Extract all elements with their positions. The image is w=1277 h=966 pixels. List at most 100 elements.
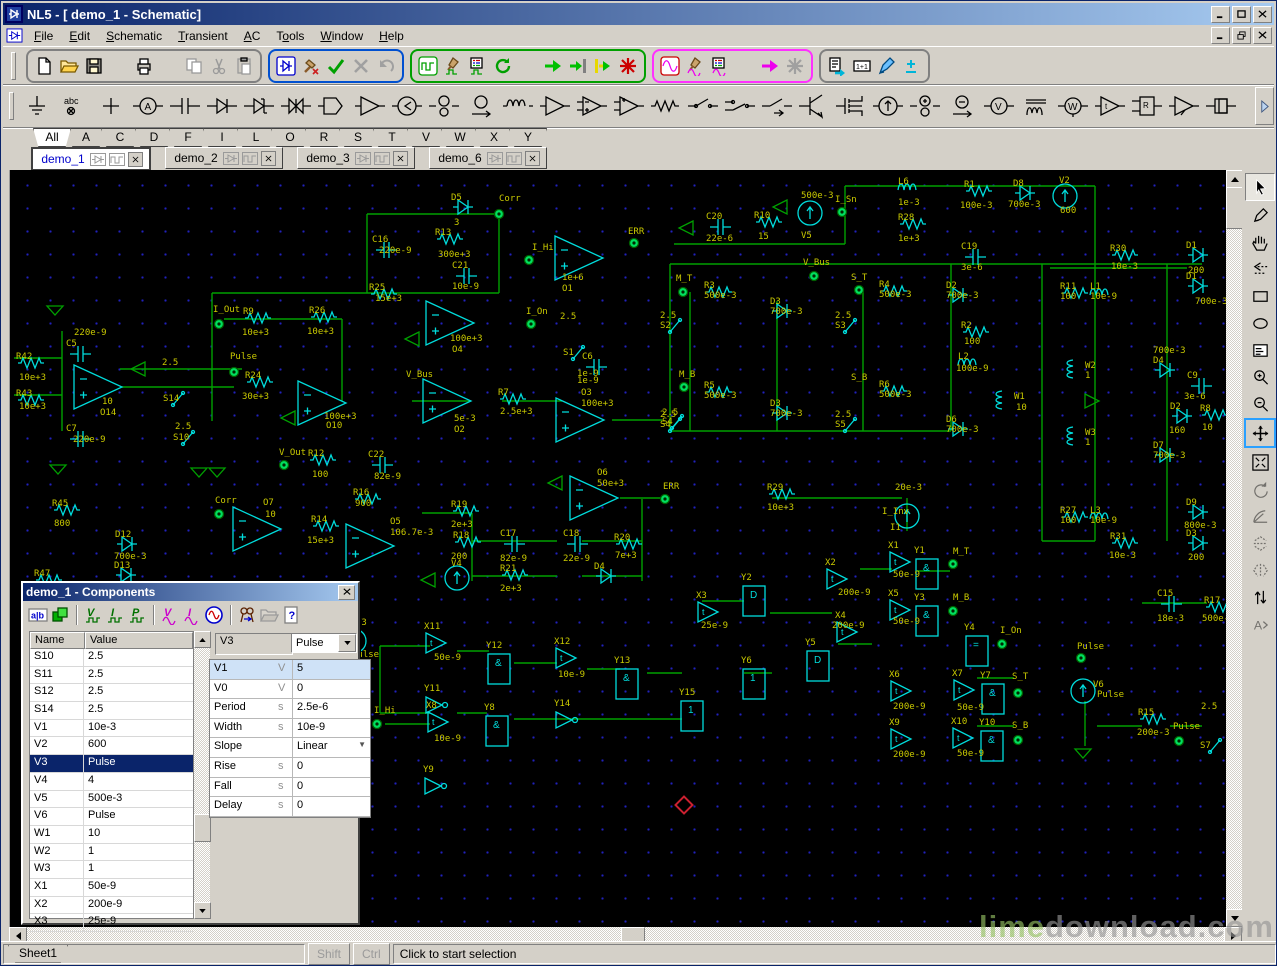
palette-component-button[interactable] xyxy=(906,88,943,124)
palette-component-button[interactable]: t xyxy=(1091,88,1128,124)
toolbar-button[interactable] xyxy=(516,54,540,78)
letter-tab[interactable]: D xyxy=(135,128,173,147)
column-header-value[interactable]: Value xyxy=(85,632,193,649)
menu-item[interactable]: Transient xyxy=(170,27,236,45)
components-list-scrollbar[interactable] xyxy=(194,631,210,919)
component-row[interactable]: V2 600 xyxy=(30,737,193,755)
palette-component-button[interactable] xyxy=(203,88,240,124)
dropdown-arrow-icon[interactable] xyxy=(338,634,356,652)
dialog-toolbar-button[interactable]: P xyxy=(126,604,148,626)
component-row[interactable]: S11 2.5 xyxy=(30,667,193,685)
toolbar-button[interactable] xyxy=(32,54,56,78)
palette-component-button[interactable] xyxy=(721,88,758,124)
palette-component-button[interactable] xyxy=(684,88,721,124)
canvas-vertical-scrollbar[interactable] xyxy=(1226,170,1242,927)
palette-component-button[interactable] xyxy=(499,88,536,124)
palette-scroll-right-button[interactable] xyxy=(1255,87,1274,125)
component-row[interactable]: S12 2.5 xyxy=(30,684,193,702)
close-tab-icon[interactable] xyxy=(128,152,143,167)
parameters-grid[interactable]: V1 V 5 ▼ V0 V 0 ▼ xyxy=(209,659,371,818)
component-row[interactable]: X3 25e-9 xyxy=(30,914,193,932)
component-row[interactable]: V6 Pulse xyxy=(30,808,193,826)
dialog-toolbar-button[interactable]: ? xyxy=(280,604,302,626)
menu-item[interactable]: Edit xyxy=(61,27,98,45)
palette-component-button[interactable] xyxy=(92,88,129,124)
side-tool-button[interactable] xyxy=(1246,557,1274,583)
dialog-toolbar-button[interactable] xyxy=(258,604,280,626)
side-tool-button[interactable] xyxy=(1246,310,1274,336)
component-row[interactable]: X2 200e-9 xyxy=(30,897,193,915)
palette-component-button[interactable] xyxy=(536,88,573,124)
side-tool-button[interactable] xyxy=(1244,418,1276,448)
component-row[interactable]: V4 4 xyxy=(30,773,193,791)
toolbar-button[interactable] xyxy=(758,54,782,78)
side-tool-button[interactable] xyxy=(1246,364,1274,390)
toolbar-button[interactable] xyxy=(783,54,807,78)
letter-tab[interactable]: S xyxy=(339,128,377,147)
parameter-value[interactable]: 0 xyxy=(297,780,303,797)
letter-tab[interactable]: C xyxy=(101,128,139,147)
side-tool-button[interactable] xyxy=(1246,256,1274,282)
menu-item[interactable]: Tools xyxy=(268,27,312,45)
letter-tab[interactable]: All xyxy=(33,128,71,147)
schematic-tab-icon[interactable] xyxy=(223,152,239,165)
close-tab-icon[interactable] xyxy=(261,151,276,166)
menu-item[interactable]: AC xyxy=(236,27,269,45)
menu-item[interactable]: Help xyxy=(371,27,412,45)
side-tool-button[interactable] xyxy=(1246,476,1274,502)
transient-tab-icon[interactable] xyxy=(374,152,390,165)
parameter-value[interactable]: Linear xyxy=(297,740,328,757)
palette-component-button[interactable]: W xyxy=(1054,88,1091,124)
letter-tab[interactable]: V xyxy=(407,128,445,147)
menu-item[interactable]: Schematic xyxy=(98,27,170,45)
side-tool-button[interactable] xyxy=(1245,173,1275,201)
document-tab[interactable]: demo_1 xyxy=(31,147,151,171)
parameter-row[interactable]: Width s 10e-9 ▼ xyxy=(210,719,370,739)
ctrl-indicator[interactable]: Ctrl xyxy=(353,943,390,965)
toolbar-button[interactable] xyxy=(132,54,156,78)
toolbar-grip[interactable] xyxy=(11,52,16,80)
toolbar-button[interactable] xyxy=(441,54,465,78)
component-row[interactable]: X1 50e-9 xyxy=(30,879,193,897)
menu-item[interactable]: Window xyxy=(312,27,371,45)
toolbar-button[interactable] xyxy=(875,54,899,78)
side-tool-button[interactable] xyxy=(1246,584,1274,610)
palette-component-button[interactable] xyxy=(166,88,203,124)
transient-tab-icon[interactable] xyxy=(109,153,125,166)
side-tool-button[interactable] xyxy=(1246,202,1274,228)
toolbar-button[interactable] xyxy=(466,54,490,78)
transient-tab-icon[interactable] xyxy=(242,152,258,165)
side-tool-button[interactable] xyxy=(1246,503,1274,529)
component-row[interactable]: S14 2.5 xyxy=(30,702,193,720)
toolbar-button[interactable] xyxy=(616,54,640,78)
dialog-toolbar-button[interactable] xyxy=(203,604,225,626)
toolbar-button[interactable] xyxy=(900,54,924,78)
palette-component-button[interactable] xyxy=(388,88,425,124)
close-tab-icon[interactable] xyxy=(393,151,408,166)
component-row[interactable]: V3 Pulse xyxy=(30,755,193,773)
component-row[interactable]: W1 10 xyxy=(30,826,193,844)
side-tool-button[interactable] xyxy=(1246,337,1274,363)
sheet-tab[interactable]: Sheet1 xyxy=(8,945,68,963)
mdi-close-button[interactable] xyxy=(1253,27,1272,44)
components-list[interactable]: Name Value S10 2.5 S11 2.5 S1 xyxy=(29,631,194,919)
palette-component-button[interactable] xyxy=(943,88,980,124)
title-bar[interactable]: NL5 - [ demo_1 - Schematic] xyxy=(3,3,1274,25)
toolbar-button[interactable] xyxy=(416,54,440,78)
toolbar-button[interactable] xyxy=(491,54,515,78)
parameter-row[interactable]: V1 V 5 ▼ xyxy=(210,660,370,680)
dialog-toolbar-button[interactable]: I xyxy=(181,604,203,626)
shift-indicator[interactable]: Shift xyxy=(308,943,350,965)
dialog-toolbar-button[interactable]: V xyxy=(82,604,104,626)
letter-tab[interactable]: O xyxy=(271,128,309,147)
maximize-button[interactable] xyxy=(1232,6,1251,23)
side-tool-button[interactable] xyxy=(1246,449,1274,475)
dialog-toolbar-button[interactable]: V xyxy=(159,604,181,626)
palette-component-button[interactable] xyxy=(758,88,795,124)
palette-component-button[interactable] xyxy=(240,88,277,124)
toolbar-button[interactable] xyxy=(733,54,757,78)
parameter-row[interactable]: Period s 2.5e-6 ▼ xyxy=(210,699,370,719)
palette-component-button[interactable] xyxy=(869,88,906,124)
dialog-close-icon[interactable] xyxy=(338,585,355,600)
parameter-value[interactable]: 0 xyxy=(297,760,303,777)
